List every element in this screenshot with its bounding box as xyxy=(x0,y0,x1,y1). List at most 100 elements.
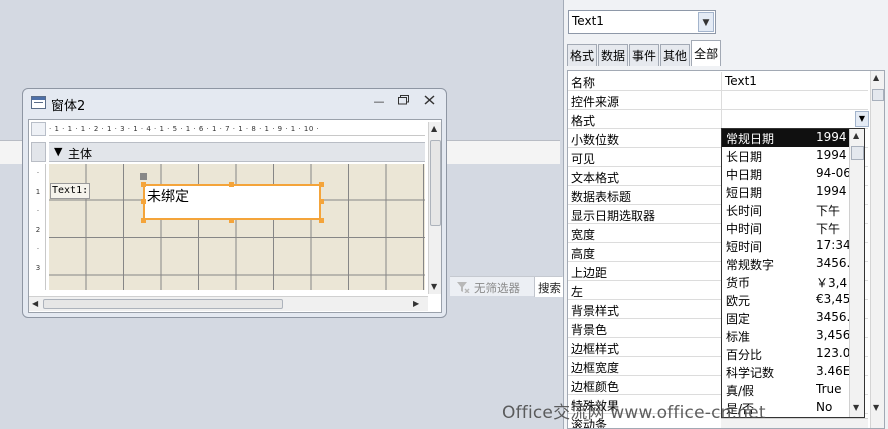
property-row[interactable]: 名称 Text1 xyxy=(568,72,868,91)
format-option-label: 长时间 xyxy=(726,204,763,218)
resize-handle[interactable] xyxy=(319,199,324,204)
format-option[interactable]: 标准 3,456 xyxy=(722,327,852,345)
scroll-thumb[interactable] xyxy=(43,299,283,309)
format-option-label: 长日期 xyxy=(726,150,763,164)
format-option[interactable]: 短日期 1994 xyxy=(722,183,852,201)
restore-icon[interactable] xyxy=(395,95,411,109)
format-option[interactable]: 长时间 下午 xyxy=(722,201,852,219)
tab-data[interactable]: 数据 xyxy=(598,44,629,66)
detail-grid[interactable]: Text1: 未绑定 xyxy=(49,164,425,290)
format-option-label: 常规数字 xyxy=(726,258,775,272)
window-title: 窗体2 xyxy=(51,99,86,114)
property-value[interactable] xyxy=(721,110,868,128)
format-option-label: 欧元 xyxy=(726,294,751,308)
format-option-example: 3.46E xyxy=(816,364,851,378)
format-option-example: 3,456 xyxy=(816,328,851,342)
resize-handle[interactable] xyxy=(141,182,146,187)
dropdown-scrollbar[interactable]: ▲ ▼ xyxy=(849,129,864,417)
format-option[interactable]: 欧元 €3,45 xyxy=(722,291,852,309)
format-option[interactable]: 常规数字 3456. xyxy=(722,255,852,273)
format-option[interactable]: 长日期 1994 xyxy=(722,147,852,165)
chevron-down-icon[interactable]: ▼ xyxy=(698,12,714,32)
format-option[interactable]: 百分比 123.0 xyxy=(722,345,852,363)
format-dropdown-button[interactable]: ▼ xyxy=(855,111,869,127)
scroll-down-icon[interactable]: ▼ xyxy=(431,282,437,291)
format-option[interactable]: 货币 ￥3,4 xyxy=(722,273,852,291)
tab-other[interactable]: 其他 xyxy=(660,44,691,66)
section-header[interactable]: ▼ 主体 xyxy=(49,142,425,162)
tab-format[interactable]: 格式 xyxy=(567,44,598,66)
format-option-example: True xyxy=(816,382,842,396)
vertical-ruler: · 1 · 2 · 3 xyxy=(31,164,46,290)
format-option[interactable]: 常规日期 1994 xyxy=(722,129,852,147)
format-option[interactable]: 中日期 94-06 xyxy=(722,165,852,183)
scroll-up-icon[interactable]: ▲ xyxy=(853,131,859,140)
status-strip: 无筛选器 搜索 xyxy=(450,276,564,297)
design-area: · 1 · 1 · 1 · 2 · 1 · 3 · 1 · 4 · 1 · 5 … xyxy=(28,119,442,313)
search-field[interactable]: 搜索 xyxy=(534,277,564,297)
textbox-control[interactable]: 未绑定 xyxy=(143,184,321,220)
scroll-down-icon[interactable]: ▼ xyxy=(853,403,859,412)
property-name: 控件来源 xyxy=(571,95,620,109)
property-row[interactable]: 控件来源 xyxy=(568,91,868,110)
property-value[interactable] xyxy=(721,91,868,109)
title-bar[interactable]: 窗体2 — xyxy=(23,89,446,117)
scroll-thumb[interactable] xyxy=(872,89,884,101)
format-option[interactable]: 科学记数 3.46E xyxy=(722,363,852,381)
scroll-up-icon[interactable]: ▲ xyxy=(873,73,879,82)
property-row[interactable]: 格式 xyxy=(568,110,868,129)
scroll-right-icon[interactable]: ▶ xyxy=(413,299,419,308)
filter-indicator[interactable]: 无筛选器 xyxy=(456,280,520,296)
scroll-up-icon[interactable]: ▲ xyxy=(431,124,437,133)
scroll-down-icon[interactable]: ▼ xyxy=(873,403,879,412)
format-option-example: 下午 xyxy=(816,222,841,236)
resize-handle[interactable] xyxy=(319,218,324,223)
property-name: 名称 xyxy=(571,76,596,90)
horizontal-scrollbar[interactable]: ◀ ▶ xyxy=(29,296,428,311)
property-name: 格式 xyxy=(571,114,596,128)
property-scrollbar[interactable]: ▲ ▼ xyxy=(870,71,884,428)
format-option-label: 真/假 xyxy=(726,384,755,398)
resize-handle[interactable] xyxy=(141,218,146,223)
move-handle[interactable] xyxy=(140,173,147,180)
resize-handle[interactable] xyxy=(229,218,234,223)
close-icon[interactable] xyxy=(421,95,437,109)
label-control[interactable]: Text1: xyxy=(50,183,90,199)
property-name: 可见 xyxy=(571,152,596,166)
scroll-left-icon[interactable]: ◀ xyxy=(32,299,38,308)
resize-handle[interactable] xyxy=(141,199,146,204)
property-name: 显示日期选取器 xyxy=(571,209,656,223)
property-name: 边框颜色 xyxy=(571,380,620,394)
format-option-label: 短日期 xyxy=(726,186,763,200)
format-option-example: 1994 xyxy=(816,148,847,162)
format-option[interactable]: 固定 3456. xyxy=(722,309,852,327)
format-option-label: 常规日期 xyxy=(726,132,775,146)
horizontal-ruler: · 1 · 1 · 1 · 2 · 1 · 3 · 1 · 4 · 1 · 5 … xyxy=(49,122,425,136)
tab-all[interactable]: 全部 xyxy=(691,40,722,66)
format-option[interactable]: 真/假 True xyxy=(722,381,852,399)
tab-events[interactable]: 事件 xyxy=(629,44,660,66)
format-option-label: 固定 xyxy=(726,312,751,326)
vertical-scrollbar[interactable]: ▲ ▼ xyxy=(428,122,441,294)
format-option-label: 货币 xyxy=(726,276,751,290)
object-selector[interactable]: Text1 ▼ xyxy=(568,10,716,34)
format-option-label: 中日期 xyxy=(726,168,763,182)
format-option-example: 3456. xyxy=(816,256,851,270)
scroll-thumb[interactable] xyxy=(851,146,864,160)
filter-icon xyxy=(456,281,470,296)
format-option[interactable]: 中时间 下午 xyxy=(722,219,852,237)
property-name: 文本格式 xyxy=(571,171,620,185)
format-option[interactable]: 短时间 17:34 xyxy=(722,237,852,255)
object-selector-value: Text1 xyxy=(572,14,604,28)
scroll-thumb[interactable] xyxy=(430,140,441,226)
property-value[interactable]: Text1 xyxy=(721,72,868,90)
format-option-example: 3456. xyxy=(816,310,851,324)
format-option-example: 123.0 xyxy=(816,346,851,360)
resize-handle[interactable] xyxy=(229,182,234,187)
form-selector[interactable] xyxy=(31,122,46,136)
resize-handle[interactable] xyxy=(319,182,324,187)
minimize-icon[interactable]: — xyxy=(371,95,387,109)
format-option-example: 下午 xyxy=(816,204,841,218)
section-selector[interactable] xyxy=(31,142,46,162)
format-option-example: ￥3,4 xyxy=(816,276,848,290)
